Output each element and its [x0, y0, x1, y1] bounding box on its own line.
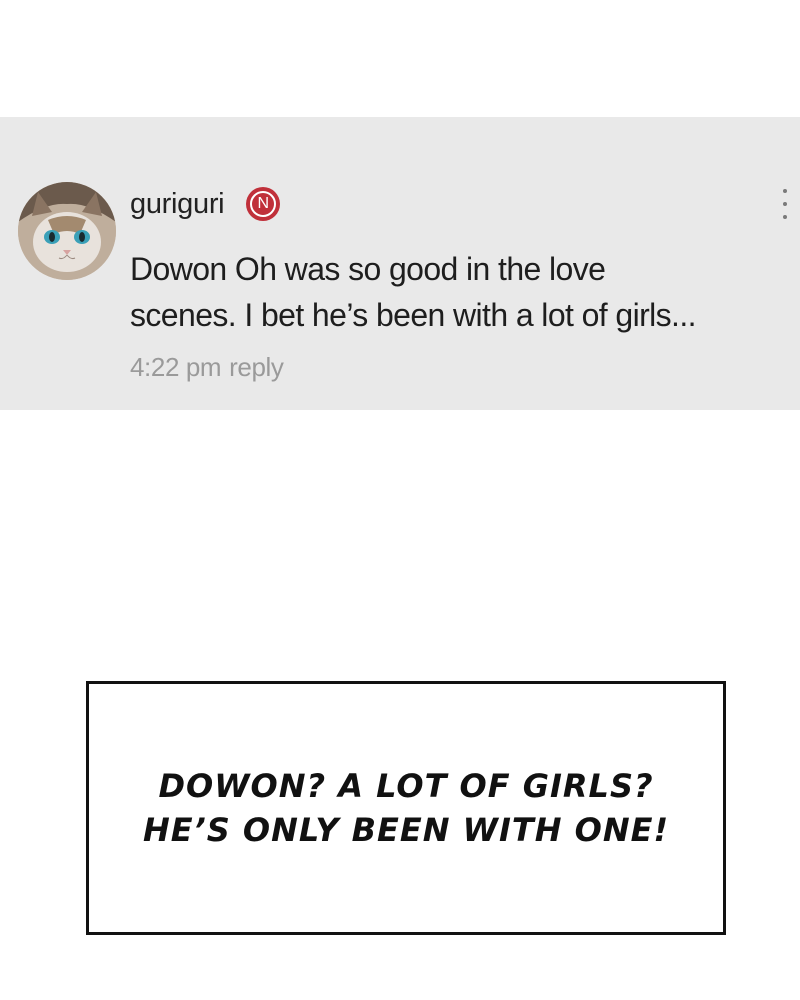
page: guriguri N Dowon Oh was so good in the l…: [0, 0, 800, 1000]
username-row: guriguri N: [130, 185, 281, 223]
new-badge: N: [246, 187, 281, 221]
reply-button[interactable]: reply: [229, 352, 284, 382]
comment-card: guriguri N Dowon Oh was so good in the l…: [0, 117, 800, 410]
more-vertical-icon[interactable]: [778, 189, 792, 219]
caption-line-2: HE’S ONLY BEEN WITH ONE!: [142, 811, 670, 849]
caption-line-1: DOWON? A LOT OF GIRLS?: [158, 767, 654, 805]
username[interactable]: guriguri: [130, 188, 225, 221]
new-badge-label: N: [250, 191, 277, 217]
caption-box: DOWON? A LOT OF GIRLS? HE’S ONLY BEEN WI…: [86, 681, 726, 935]
comment-meta: 4:22 pm reply: [130, 352, 284, 383]
cat-avatar-icon[interactable]: [18, 182, 116, 280]
comment-text-line-1: Dowon Oh was so good in the love: [130, 251, 606, 287]
comment-text-line-2: scenes. I bet he’s been with a lot of gi…: [130, 297, 697, 333]
comment-time: 4:22 pm: [130, 352, 222, 382]
comment-text: Dowon Oh was so good in the love scenes.…: [130, 246, 780, 338]
